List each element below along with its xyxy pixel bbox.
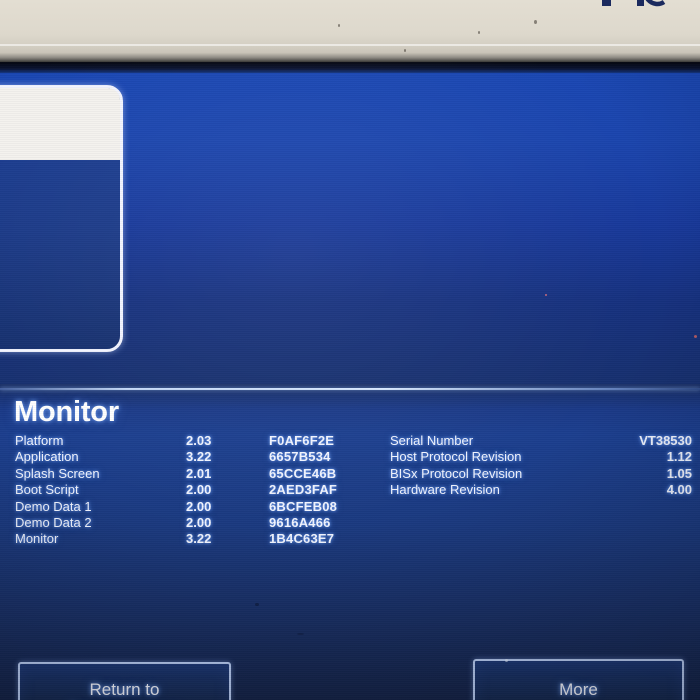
component-hash: 65CCE46B (269, 465, 337, 481)
detail-value: VT38530 (639, 433, 692, 448)
table-row: Demo Data 1 2.00 6BCFEB08 (0, 499, 700, 515)
monitor-screen: Monitor Platform 2.03 F0AF6F2E Serial Nu… (0, 62, 700, 700)
bezel-speck (534, 20, 537, 24)
component-label: Demo Data 2 (15, 514, 92, 530)
more-button[interactable]: More (473, 659, 684, 700)
page-title: Monitor (14, 396, 119, 428)
component-version: 3.22 (186, 531, 212, 547)
component-hash: 9616A466 (269, 514, 331, 530)
bezel-speck (404, 49, 406, 52)
bezel-speck (338, 24, 340, 27)
component-label: Platform (15, 433, 64, 448)
component-hash: F0AF6F2E (269, 433, 335, 448)
component-label: Application (15, 449, 79, 465)
bezel-speck (478, 31, 480, 34)
detail-value: 1.05 (666, 465, 692, 481)
component-hash: 2AED3FAF (269, 482, 338, 498)
component-version: 2.00 (186, 514, 212, 530)
detail-label: BISx Protocol Revision (390, 465, 523, 481)
component-version: 2.01 (186, 465, 212, 481)
upper-left-panel-header (0, 88, 120, 160)
table-row: Monitor 3.22 1B4C63E7 (0, 531, 700, 547)
device-bezel (0, 0, 700, 62)
component-label: Demo Data 1 (15, 498, 92, 514)
table-row: Application 3.22 6657B534 Host Protocol … (0, 449, 700, 465)
component-label: Monitor (15, 531, 59, 547)
table-row: Splash Screen 2.01 65CCE46B BISx Protoco… (0, 466, 700, 482)
return-to-previous-menu-button[interactable]: Return to Previous Menu (18, 662, 231, 700)
component-version: 2.00 (186, 498, 212, 514)
detail-value: 4.00 (666, 482, 692, 498)
component-version: 3.22 (186, 449, 212, 465)
return-button-label: Return to Previous Menu (89, 680, 160, 699)
component-version: 2.00 (186, 482, 212, 498)
device-photo-screenshot: Monitor Platform 2.03 F0AF6F2E Serial Nu… (0, 0, 700, 700)
detail-value: 1.12 (666, 449, 692, 465)
component-hash: 1B4C63E7 (269, 531, 335, 547)
section-divider (0, 388, 700, 390)
detail-label: Serial Number (390, 433, 474, 448)
component-hash: 6657B534 (269, 449, 331, 465)
component-label: Boot Script (15, 482, 79, 498)
component-label: Splash Screen (15, 465, 100, 481)
table-row: Platform 2.03 F0AF6F2E Serial Number VT3… (0, 433, 700, 449)
screen-top-shadow (0, 62, 700, 73)
table-row: Boot Script 2.00 2AED3FAF Hardware Revis… (0, 482, 700, 498)
component-version: 2.03 (186, 433, 212, 448)
upper-left-panel[interactable] (0, 85, 123, 352)
detail-label: Hardware Revision (390, 482, 500, 498)
revision-info-table: Platform 2.03 F0AF6F2E Serial Number VT3… (0, 433, 700, 548)
component-hash: 6BCFEB08 (269, 498, 338, 514)
more-button-label: More (559, 680, 598, 699)
brand-logo-icon (602, 0, 666, 7)
bezel-seam (0, 44, 700, 46)
table-row: Demo Data 2 2.00 9616A466 (0, 515, 700, 531)
detail-label: Host Protocol Revision (390, 449, 522, 465)
